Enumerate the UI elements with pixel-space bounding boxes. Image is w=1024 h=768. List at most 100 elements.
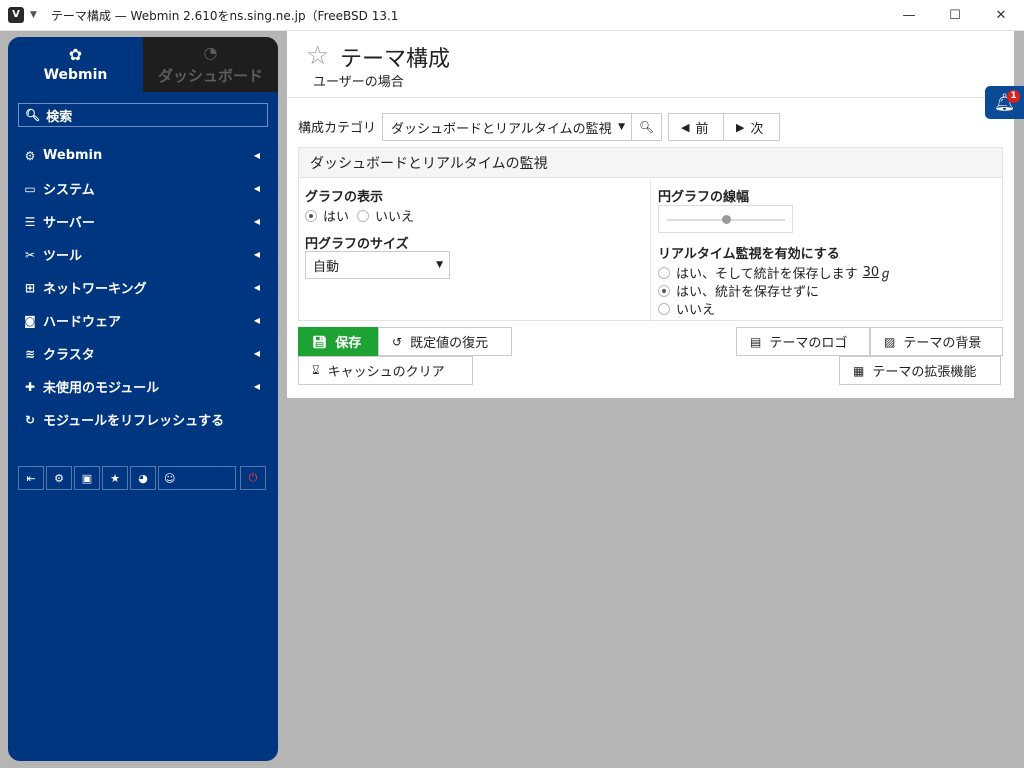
sidebar-item-label: サーバー <box>43 216 95 231</box>
caret-down-icon: ▼ <box>436 260 443 270</box>
arrow-right-circle-icon: ▶ <box>736 120 745 134</box>
terminal-button[interactable]: ▣ <box>74 466 100 490</box>
realtime-days-value[interactable]: 30 <box>863 265 880 280</box>
theme-background-button[interactable]: ▨ テーマの背景 <box>870 327 1003 356</box>
gear-icon: ⚙ <box>54 471 64 485</box>
dashboard-gauge-icon: ◔ <box>203 42 218 62</box>
restore-defaults-button[interactable]: ↺ 既定値の復元 <box>378 327 512 356</box>
tools-icon: ✂ <box>24 247 36 262</box>
network-icon: ⊞ <box>24 280 36 295</box>
notifications-button[interactable]: 🔔︎ 1 <box>985 86 1024 119</box>
vivaldi-app-icon[interactable]: V <box>8 7 24 23</box>
page-title: テーマ構成 <box>340 47 451 72</box>
category-select-value: ダッシュボードとリアルタイムの監視 <box>391 121 612 137</box>
floppy-disk-icon: 💾︎ <box>312 334 328 349</box>
maximize-button[interactable]: ☐ <box>932 0 978 31</box>
hourglass-icon: ⌛︎ <box>312 363 320 377</box>
webmin-logo-icon: ✿ <box>68 45 83 64</box>
palette-icon: ◕ <box>138 471 148 485</box>
main-panel: ☆ テーマ構成 ユーザーの場合 構成カテゴリ ダッシュボードとリアルタイムの監視… <box>287 31 1014 398</box>
next-button-label: 次 <box>750 121 764 137</box>
favorites-button[interactable]: ★ <box>102 466 128 490</box>
sidebar-item-cluster[interactable]: ≋ クラスタ ◀ <box>8 337 278 370</box>
minimize-button[interactable]: — <box>886 0 932 31</box>
sidebar-item-webmin[interactable]: ⚙ Webmin ◀ <box>8 139 278 172</box>
window-controls: — ☐ ✕ <box>886 0 1024 31</box>
terminal-icon: ▣ <box>81 471 93 485</box>
graph-display-radio-group: はい いいえ <box>305 206 414 225</box>
close-button[interactable]: ✕ <box>978 0 1024 31</box>
image-icon: ▨ <box>884 334 896 349</box>
graph-display-yes-label: はい <box>323 210 350 225</box>
tab-webmin[interactable]: ✿ Webmin <box>8 37 143 92</box>
prev-button-label: 前 <box>695 121 709 137</box>
pie-size-select[interactable]: 自動 ▼ <box>305 251 450 279</box>
category-select[interactable]: ダッシュボードとリアルタイムの監視 ▼ <box>382 113 632 141</box>
palette-button[interactable]: ◕ <box>130 466 156 490</box>
user-cog-icon: ☺ <box>164 471 176 485</box>
restore-icon: ↺ <box>392 334 403 349</box>
realtime-nosave-radio[interactable] <box>658 284 670 297</box>
pie-width-slider[interactable] <box>658 205 793 233</box>
layers-icon: ≋ <box>24 346 36 361</box>
settings-section: ダッシュボードとリアルタイムの監視 グラフの表示 はい いいえ 円グラフのサイズ… <box>298 147 1003 321</box>
sidebar-item-label: ツール <box>43 249 83 264</box>
theme-background-label: テーマの背景 <box>903 336 982 351</box>
settings-column-left: グラフの表示 はい いいえ 円グラフのサイズ 自動 ▼ <box>299 179 651 321</box>
realtime-save-radio[interactable] <box>658 266 670 279</box>
theme-logo-button[interactable]: ▤ テーマのロゴ <box>736 327 870 356</box>
realtime-label: リアルタイム監視を有効にする <box>658 247 840 262</box>
tab-dashboard[interactable]: ◔ ダッシュボード <box>143 37 278 92</box>
theme-extensions-label: テーマの拡張機能 <box>872 365 977 380</box>
theme-logo-label: テーマのロゴ <box>769 336 848 351</box>
sidebar-search-input[interactable]: 🔍︎ 検索 <box>18 103 268 127</box>
theme-extensions-button[interactable]: ▦ テーマの拡張機能 <box>839 356 1001 385</box>
sidebar-item-system[interactable]: ▭ システム ◀ <box>8 172 278 205</box>
hdd-icon: ◙ <box>24 313 36 328</box>
chevron-left-icon: ◀ <box>253 382 260 391</box>
page-header: ☆ テーマ構成 ユーザーの場合 <box>287 31 1014 97</box>
chevron-left-icon: ◀ <box>253 250 260 259</box>
realtime-option-nosave: はい、統計を保存せずに <box>658 281 819 300</box>
favorite-star-icon[interactable]: ☆ <box>306 41 329 71</box>
sidebar-item-tools[interactable]: ✂ ツール ◀ <box>8 238 278 271</box>
user-account-button[interactable]: ☺ <box>158 466 236 490</box>
clear-cache-button[interactable]: ⌛︎ キャッシュのクリア <box>298 356 473 385</box>
app-menu-caret-icon[interactable]: ▼ <box>30 10 37 20</box>
sidebar-item-label: モジュールをリフレッシュする <box>43 414 225 429</box>
realtime-no-radio[interactable] <box>658 302 670 315</box>
sidebar: ✿ Webmin ◔ ダッシュボード 🔍︎ 検索 ⚙ Webmin ◀ ▭ シス… <box>8 37 278 761</box>
chevron-left-icon: ◀ <box>253 283 260 292</box>
sidebar-item-servers[interactable]: ☰ サーバー ◀ <box>8 205 278 238</box>
save-button[interactable]: 💾︎ 保存 <box>298 327 378 356</box>
prev-button[interactable]: ◀ 前 <box>668 113 724 141</box>
pie-width-label: 円グラフの線幅 <box>658 190 750 205</box>
realtime-option-save: はい、そして統計を保存します 30 ℊ <box>658 263 892 282</box>
slider-thumb[interactable] <box>722 215 731 224</box>
collapse-sidebar-button[interactable]: ⇤ <box>18 466 44 490</box>
graph-display-yes-radio[interactable] <box>305 209 317 222</box>
tab-dashboard-label: ダッシュボード <box>157 66 263 85</box>
theme-settings-button[interactable]: ⚙ <box>46 466 72 490</box>
collapse-icon: ⇤ <box>26 471 36 485</box>
logout-button[interactable]: ⏻ <box>240 466 266 490</box>
next-button[interactable]: ▶ 次 <box>723 113 780 141</box>
sidebar-toolbar: ⇤ ⚙ ▣ ★ ◕ ☺ ⏻ <box>18 466 268 490</box>
sidebar-item-refresh-modules[interactable]: ↻ モジュールをリフレッシュする <box>8 403 278 436</box>
gear-icon: ⚙ <box>24 148 36 163</box>
chevron-left-icon: ◀ <box>253 151 260 160</box>
category-search-button[interactable]: 🔍︎ <box>632 113 662 141</box>
sidebar-item-hardware[interactable]: ◙ ハードウェア ◀ <box>8 304 278 337</box>
realtime-no-label: いいえ <box>676 303 716 318</box>
chevron-left-icon: ◀ <box>253 217 260 226</box>
sidebar-item-unused-modules[interactable]: ✚ 未使用のモジュール ◀ <box>8 370 278 403</box>
search-icon: 🔍︎ <box>25 108 41 122</box>
sidebar-tabs: ✿ Webmin ◔ ダッシュボード <box>8 37 278 92</box>
puzzle-icon: ✚ <box>24 379 36 394</box>
settings-column-right: 円グラフの線幅 リアルタイム監視を有効にする はい、そして統計を保存します 30… <box>652 179 1002 321</box>
sidebar-item-label: ネットワーキング <box>43 282 147 297</box>
sidebar-item-networking[interactable]: ⊞ ネットワーキング ◀ <box>8 271 278 304</box>
realtime-save-label: はい、そして統計を保存します <box>676 267 858 282</box>
graph-display-no-label: いいえ <box>375 210 415 225</box>
graph-display-no-radio[interactable] <box>357 209 370 222</box>
